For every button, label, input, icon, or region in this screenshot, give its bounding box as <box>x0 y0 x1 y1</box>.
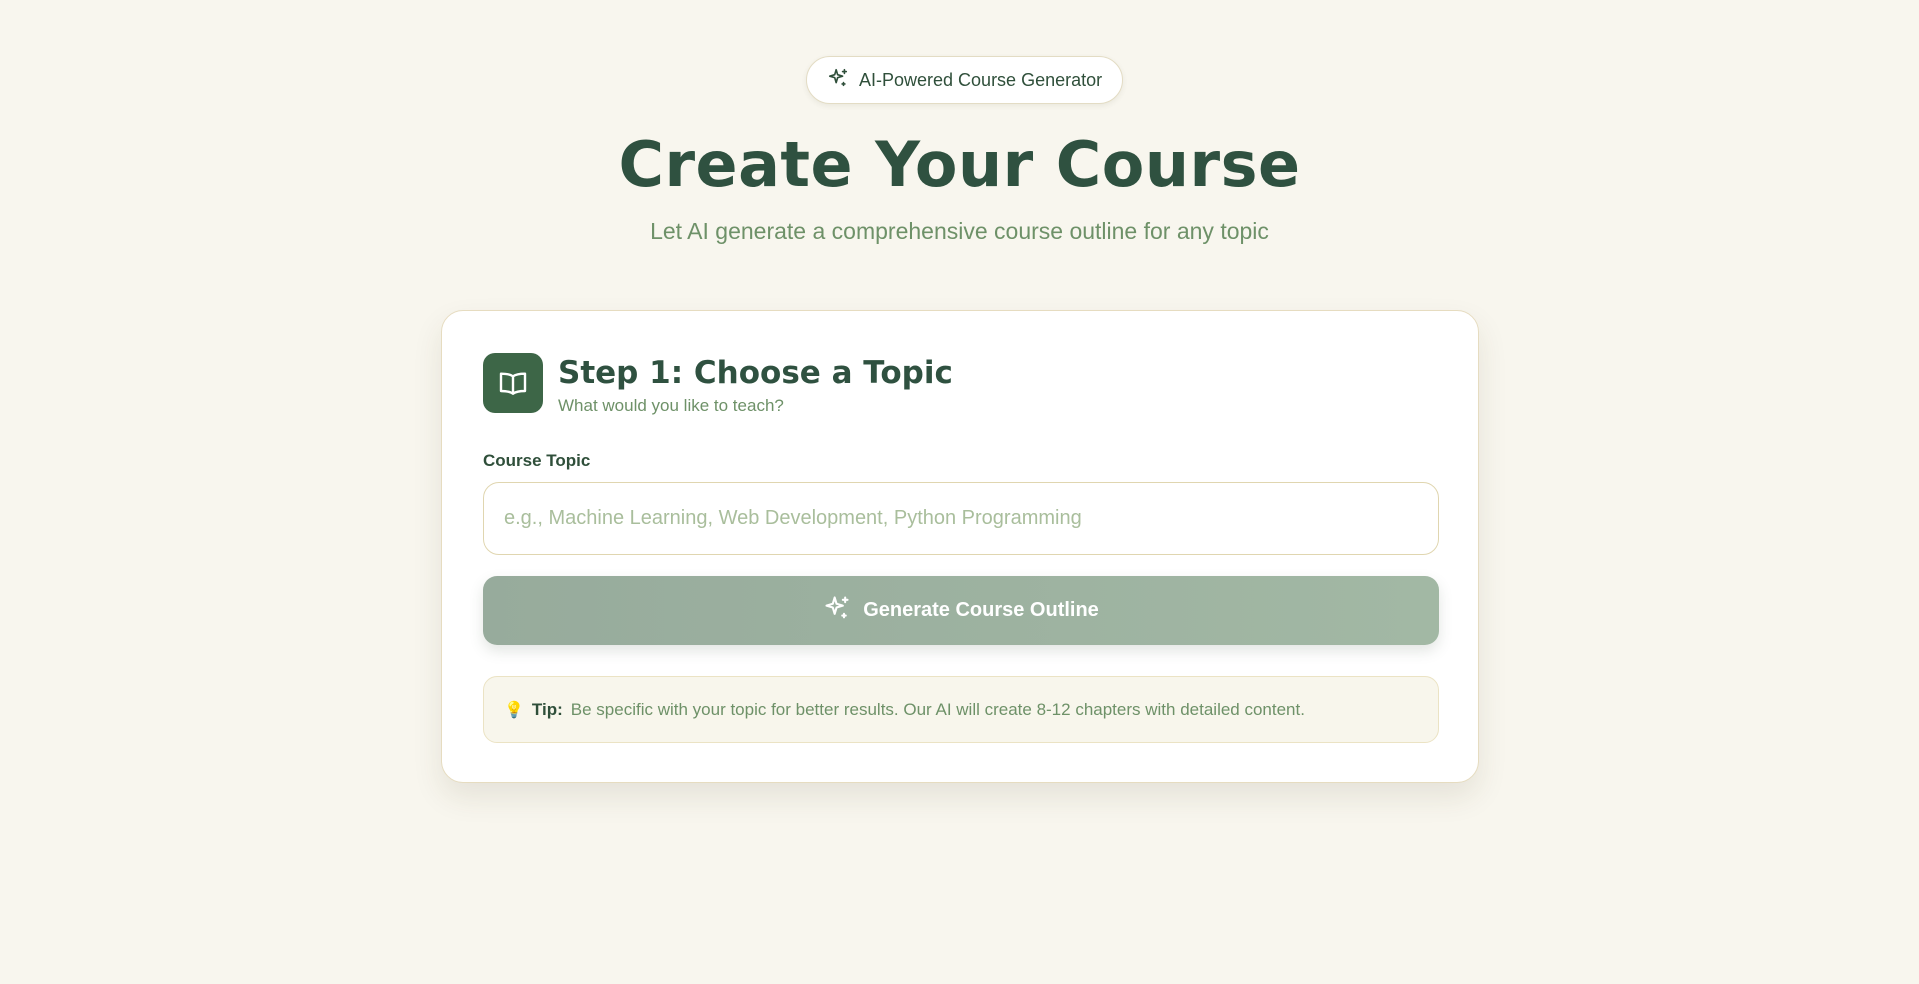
step-subtitle: What would you like to teach? <box>558 396 784 415</box>
tip-box: 💡 Tip: Be specific with your topic for b… <box>483 676 1439 743</box>
course-topic-label: Course Topic <box>483 451 591 470</box>
sparkles-icon <box>823 594 851 628</box>
topic-card: Step 1: Choose a Topic What would you li… <box>441 310 1479 783</box>
lightbulb-icon: 💡 <box>504 701 524 719</box>
step-title: Step 1: Choose a Topic <box>558 355 953 391</box>
generate-course-outline-button[interactable]: Generate Course Outline <box>483 576 1439 645</box>
page-subtitle: Let AI generate a comprehensive course o… <box>650 218 1269 244</box>
tip-label: Tip: <box>531 699 563 719</box>
ai-badge: AI-Powered Course Generator <box>806 56 1124 104</box>
generate-button-label: Generate Course Outline <box>863 599 1099 621</box>
page: AI-Powered Course Generator Create Your … <box>0 0 1919 984</box>
book-open-icon <box>483 353 543 413</box>
badge-label: AI-Powered Course Generator <box>859 69 1103 90</box>
page-title: Create Your Course <box>618 128 1301 201</box>
sparkles-icon <box>827 67 849 94</box>
course-topic-input[interactable] <box>483 482 1439 555</box>
tip-text: Be specific with your topic for better r… <box>570 699 1305 719</box>
